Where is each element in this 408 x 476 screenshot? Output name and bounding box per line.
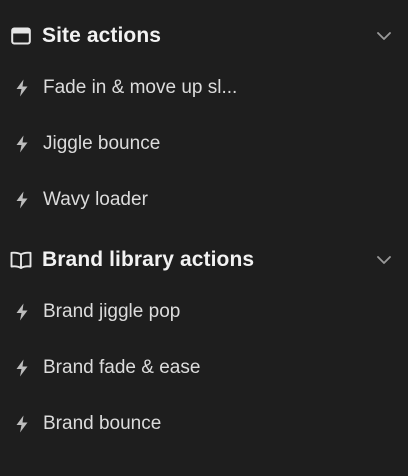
actions-panel: Site actions Fade in & move up sl... Jig… <box>0 0 408 476</box>
list-item[interactable]: Brand bounce <box>0 396 408 452</box>
list-item-label: Jiggle bounce <box>43 133 161 154</box>
list-item-label: Fade in & move up sl... <box>43 77 238 98</box>
site-actions-header[interactable]: Site actions <box>0 16 408 56</box>
section-title: Site actions <box>42 24 162 47</box>
lightning-bolt-icon <box>13 190 31 210</box>
list-item[interactable]: Brand fade & ease <box>0 340 408 396</box>
list-item-label: Brand fade & ease <box>43 357 201 378</box>
lightning-bolt-icon <box>13 414 31 434</box>
list-item-label: Wavy loader <box>43 189 148 210</box>
brand-library-actions-header[interactable]: Brand library actions <box>0 240 408 280</box>
site-actions-section: Site actions Fade in & move up sl... Jig… <box>0 0 408 228</box>
list-item[interactable]: Wavy loader <box>0 172 408 228</box>
section-title: Brand library actions <box>42 248 255 271</box>
browser-window-icon <box>10 25 32 47</box>
lightning-bolt-icon <box>13 358 31 378</box>
lightning-bolt-icon <box>13 78 31 98</box>
list-item[interactable]: Fade in & move up sl... <box>0 60 408 116</box>
list-item-label: Brand bounce <box>43 413 162 434</box>
brand-library-actions-section: Brand library actions Brand jiggle pop B… <box>0 240 408 452</box>
chevron-down-icon[interactable] <box>374 26 394 46</box>
lightning-bolt-icon <box>13 134 31 154</box>
chevron-down-icon[interactable] <box>374 250 394 270</box>
site-actions-list: Fade in & move up sl... Jiggle bounce Wa… <box>0 60 408 228</box>
brand-library-actions-list: Brand jiggle pop Brand fade & ease Brand… <box>0 284 408 452</box>
list-item-label: Brand jiggle pop <box>43 301 181 322</box>
list-item[interactable]: Brand jiggle pop <box>0 284 408 340</box>
open-book-icon <box>10 249 32 271</box>
lightning-bolt-icon <box>13 302 31 322</box>
list-item[interactable]: Jiggle bounce <box>0 116 408 172</box>
